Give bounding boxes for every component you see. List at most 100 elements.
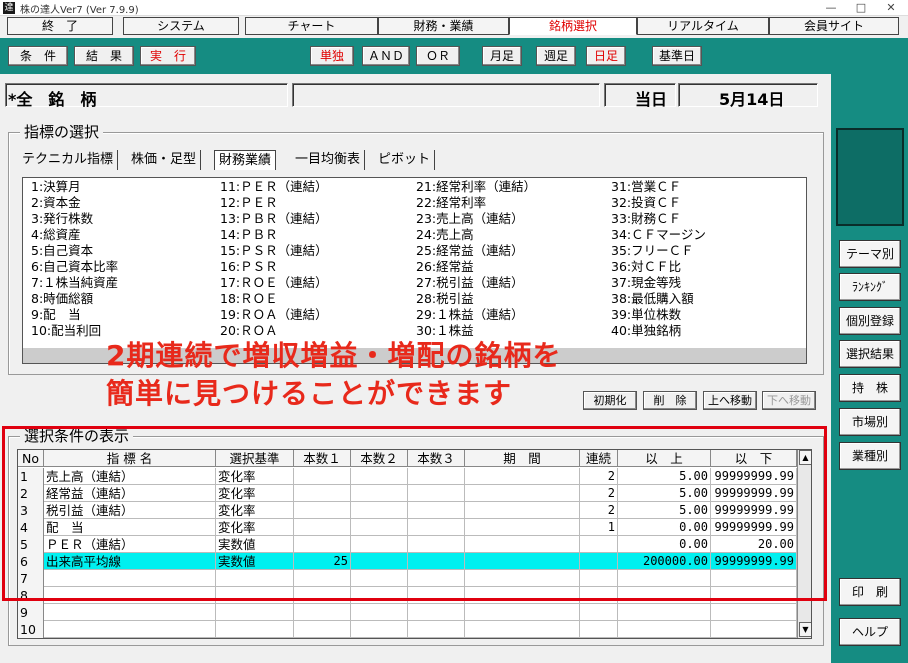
- tab-ichimoku[interactable]: 一目均衡表: [291, 150, 366, 170]
- result-button[interactable]: 結 果: [74, 46, 134, 66]
- tab-pivot[interactable]: ピボット: [374, 150, 436, 170]
- list-item[interactable]: 24:売上高: [416, 227, 536, 243]
- list-item[interactable]: 19:ＲＯＡ（連結）: [220, 307, 328, 323]
- list-item[interactable]: 38:最低購入額: [611, 291, 706, 307]
- list-item[interactable]: 6:自己資本比率: [31, 259, 118, 275]
- list-item[interactable]: 1:決算月: [31, 179, 118, 195]
- highlight-frame: [2, 426, 827, 601]
- single-button[interactable]: 単独: [310, 46, 354, 66]
- tab-technical[interactable]: テクニカル指標: [18, 150, 119, 170]
- menu-tab-chart[interactable]: チャート: [245, 17, 378, 35]
- menu-tab-exit[interactable]: 終 了: [7, 17, 113, 35]
- list-item[interactable]: 33:財務ＣＦ: [611, 211, 706, 227]
- move-up-button[interactable]: 上へ移動: [703, 391, 757, 410]
- list-item[interactable]: 28:税引益: [416, 291, 536, 307]
- cell-count1: [294, 604, 351, 621]
- overlay-text-line-2: 簡単に見つけることができます: [106, 377, 513, 410]
- list-item[interactable]: 3:発行株数: [31, 211, 118, 227]
- list-item[interactable]: 17:ＲＯＥ（連結）: [220, 275, 328, 291]
- list-item[interactable]: 40:単独銘柄: [611, 323, 706, 339]
- menu-tab-realtime[interactable]: リアルタイム: [637, 17, 769, 35]
- menu-tab-financials[interactable]: 財務・業績: [378, 17, 509, 35]
- ranking-button[interactable]: ﾗﾝｷﾝｸﾞ: [839, 273, 901, 301]
- tab-price-candle[interactable]: 株価・足型: [127, 150, 202, 170]
- initialize-button[interactable]: 初期化: [583, 391, 637, 410]
- list-item[interactable]: 5:自己資本: [31, 243, 118, 259]
- list-item[interactable]: 37:現金等残: [611, 275, 706, 291]
- condition-button[interactable]: 条 件: [8, 46, 68, 66]
- individual-register-button[interactable]: 個別登録: [839, 307, 901, 335]
- menu-tab-system[interactable]: システム: [123, 17, 239, 35]
- delete-button[interactable]: 削 除: [643, 391, 697, 410]
- list-item[interactable]: 29:１株益（連結）: [416, 307, 536, 323]
- cell-max: [711, 621, 797, 638]
- date-label: 当日: [635, 90, 668, 109]
- list-item[interactable]: 7:１株当純資産: [31, 275, 118, 291]
- list-item[interactable]: 25:経常益（連結）: [416, 243, 536, 259]
- holdings-button[interactable]: 持 株: [839, 374, 901, 402]
- indicator-section-title: 指標の選択: [20, 121, 104, 142]
- list-item[interactable]: 13:ＰＢＲ（連結）: [220, 211, 328, 227]
- minimize-icon[interactable]: —: [816, 0, 846, 16]
- list-item[interactable]: 39:単位株数: [611, 307, 706, 323]
- list-item[interactable]: 2:資本金: [31, 195, 118, 211]
- tab-financial-results[interactable]: 財務業績: [214, 150, 277, 170]
- list-item[interactable]: 11:ＰＥＲ（連結）: [220, 179, 328, 195]
- list-item[interactable]: 12:ＰＥＲ: [220, 195, 328, 211]
- title-bar: 達 株の達人Ver7 (Ver 7.9.9) — □ ✕: [0, 0, 908, 16]
- selection-result-button[interactable]: 選択結果: [839, 340, 901, 368]
- indicator-column-1: 1:決算月 2:資本金 3:発行株数 4:総資産 5:自己資本 6:自己資本比率…: [31, 179, 118, 339]
- maximize-icon[interactable]: □: [846, 0, 876, 16]
- list-item[interactable]: 9:配 当: [31, 307, 118, 323]
- list-item[interactable]: 15:ＰＳＲ（連結）: [220, 243, 328, 259]
- list-item[interactable]: 8:時価総額: [31, 291, 118, 307]
- and-button[interactable]: ＡＮＤ: [362, 46, 410, 66]
- daily-button[interactable]: 日足: [586, 46, 626, 66]
- menu-tab-member-site[interactable]: 会員サイト: [769, 17, 899, 35]
- list-item[interactable]: 35:フリーＣＦ: [611, 243, 706, 259]
- weekly-button[interactable]: 週足: [536, 46, 576, 66]
- theme-button[interactable]: テーマ別: [839, 240, 901, 268]
- scroll-down-icon[interactable]: ▼: [799, 622, 811, 637]
- table-row[interactable]: 10: [18, 621, 797, 638]
- list-item[interactable]: 34:ＣＦマージン: [611, 227, 706, 243]
- cell-indicator-name: [44, 621, 216, 638]
- list-item[interactable]: 36:対ＣＦ比: [611, 259, 706, 275]
- list-item[interactable]: 14:ＰＢＲ: [220, 227, 328, 243]
- cell-basis: [216, 604, 294, 621]
- execute-button[interactable]: 実 行: [140, 46, 196, 66]
- cell-basis: [216, 621, 294, 638]
- cell-min: [618, 621, 711, 638]
- list-item[interactable]: 22:経常利率: [416, 195, 536, 211]
- list-item[interactable]: 21:経常利率（連結）: [416, 179, 536, 195]
- monthly-button[interactable]: 月足: [482, 46, 522, 66]
- market-button[interactable]: 市場別: [839, 408, 901, 436]
- print-button[interactable]: 印 刷: [839, 578, 901, 606]
- cell-count3: [408, 604, 465, 621]
- date-label-box: 当日: [604, 83, 676, 109]
- cell-no: 10: [18, 621, 44, 638]
- list-item[interactable]: 23:売上高（連結）: [416, 211, 536, 227]
- menu-tab-stock-selection[interactable]: 銘柄選択: [509, 17, 637, 35]
- list-item[interactable]: 32:投資ＣＦ: [611, 195, 706, 211]
- cell-count3: [408, 621, 465, 638]
- cell-no: 9: [18, 604, 44, 621]
- industry-button[interactable]: 業種別: [839, 442, 901, 470]
- cell-count2: [351, 604, 408, 621]
- close-icon[interactable]: ✕: [876, 0, 906, 16]
- table-row[interactable]: 9: [18, 604, 797, 621]
- help-button[interactable]: ヘルプ: [839, 618, 901, 646]
- move-down-button[interactable]: 下へ移動: [762, 391, 816, 410]
- right-panel-display: [836, 128, 904, 226]
- list-item[interactable]: 26:経常益: [416, 259, 536, 275]
- cell-count2: [351, 621, 408, 638]
- list-item[interactable]: 4:総資産: [31, 227, 118, 243]
- date-value-box: 5月14日: [678, 83, 818, 109]
- base-date-button[interactable]: 基準日: [652, 46, 702, 66]
- list-item[interactable]: 31:営業ＣＦ: [611, 179, 706, 195]
- list-item[interactable]: 16:ＰＳＲ: [220, 259, 328, 275]
- list-item[interactable]: 27:税引益（連結）: [416, 275, 536, 291]
- or-button[interactable]: ＯＲ: [416, 46, 460, 66]
- list-item[interactable]: 18:ＲＯＥ: [220, 291, 328, 307]
- stock-name-field[interactable]: *全 銘 柄: [5, 83, 288, 109]
